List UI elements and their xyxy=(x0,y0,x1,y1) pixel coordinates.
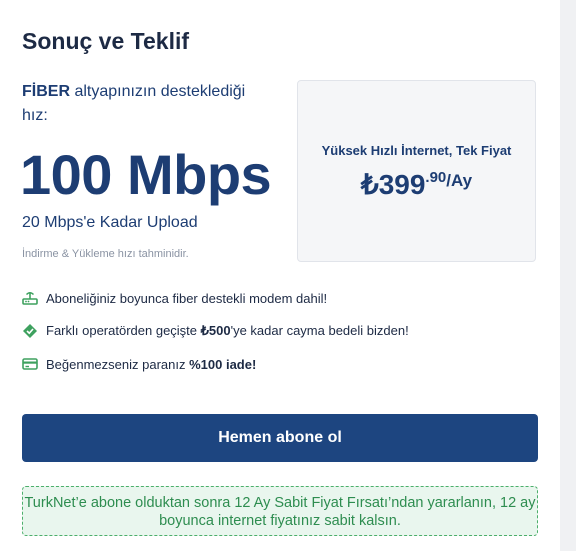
card-icon xyxy=(22,356,38,372)
speed-disclaimer: İndirme & Yükleme hızı tahminidir. xyxy=(22,248,189,260)
speed-value: 100 Mbps xyxy=(20,143,272,206)
subscribe-button[interactable]: Hemen abone ol xyxy=(22,414,538,462)
page-title: Sonuç ve Teklif xyxy=(22,28,190,54)
feature-modem: Aboneliğiniz boyunca fiber destekli mode… xyxy=(22,288,327,308)
feature-text: Beğenmezseniz paranız %100 iade! xyxy=(46,356,257,372)
speed-intro: FİBER altyapınızın desteklediği hız: xyxy=(22,80,272,128)
upload-speed: 20 Mbps'e Kadar Upload xyxy=(22,214,198,231)
feature-text: Aboneliğiniz boyunca fiber destekli mode… xyxy=(46,290,328,306)
feature-refund: Beğenmezseniz paranız %100 iade! xyxy=(22,354,256,374)
feature-text: Farklı operatörden geçişte ₺500'ye kadar… xyxy=(46,323,409,338)
price-decimal: .90 xyxy=(425,169,447,186)
offer-card: Sonuç ve Teklif FİBER altyapınızın deste… xyxy=(0,0,560,551)
promo-banner: TurkNet’e abone olduktan sonra 12 Ay Sab… xyxy=(22,486,538,536)
price-box: Yüksek Hızlı İnternet, Tek Fiyat ₺399.90… xyxy=(297,80,536,262)
tech-name: FİBER xyxy=(22,83,70,100)
feature-switch: Farklı operatörden geçişte ₺500'ye kadar… xyxy=(22,321,409,341)
tag-icon xyxy=(22,323,38,339)
modem-icon xyxy=(22,290,38,306)
price-main: 399 xyxy=(378,169,426,200)
price: ₺399.90/Ay xyxy=(298,168,535,201)
price-currency: ₺ xyxy=(360,169,379,200)
price-label: Yüksek Hızlı İnternet, Tek Fiyat xyxy=(321,143,512,158)
price-period: /Ay xyxy=(446,171,473,190)
